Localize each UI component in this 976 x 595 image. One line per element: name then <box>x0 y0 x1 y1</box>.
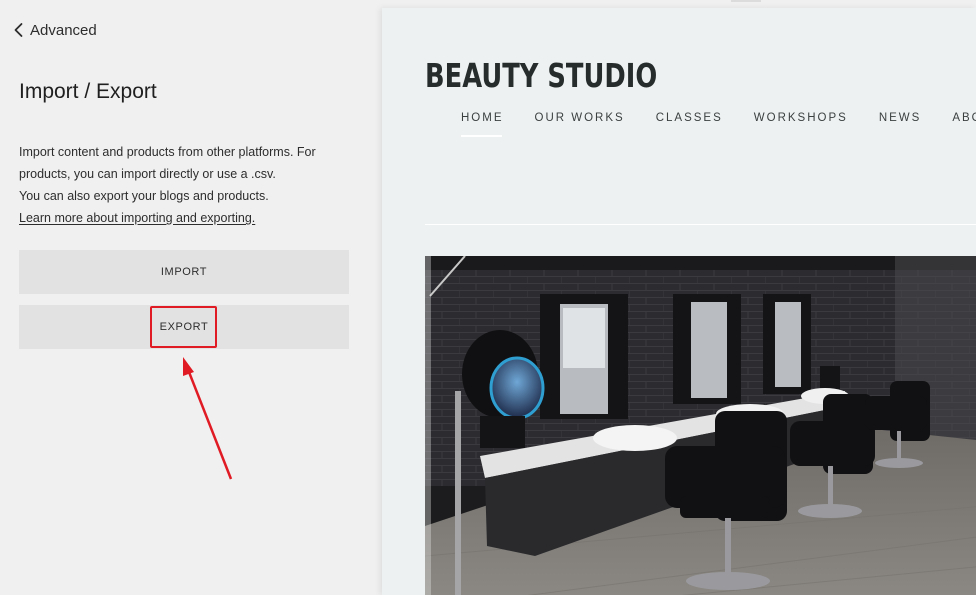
settings-panel: Advanced Import / Export Import content … <box>0 0 382 595</box>
salon-photo <box>425 256 976 595</box>
tab-indicator <box>731 0 761 2</box>
header-divider <box>425 224 976 225</box>
site-nav: HOME OUR WORKS CLASSES WORKSHOPS NEWS AB… <box>461 112 976 137</box>
description-line-1: Import content and products from other p… <box>19 145 316 181</box>
nav-workshops[interactable]: WORKSHOPS <box>754 112 848 124</box>
site-preview: BEAUTY STUDIO HOME OUR WORKS CLASSES WOR… <box>382 8 976 595</box>
page-title: Import / Export <box>19 80 157 103</box>
export-highlight-box <box>150 306 217 348</box>
salon-illustration <box>425 256 976 595</box>
nav-home[interactable]: HOME <box>461 112 504 137</box>
site-title[interactable]: BEAUTY STUDIO <box>425 56 657 95</box>
chevron-left-icon <box>14 23 23 37</box>
learn-more-link[interactable]: Learn more about importing and exporting… <box>19 211 255 225</box>
import-button[interactable]: IMPORT <box>19 250 349 294</box>
nav-classes[interactable]: CLASSES <box>656 112 723 124</box>
nav-news[interactable]: NEWS <box>879 112 922 124</box>
back-label: Advanced <box>30 21 97 39</box>
nav-our-works[interactable]: OUR WORKS <box>535 112 625 124</box>
description: Import content and products from other p… <box>19 141 349 229</box>
nav-about[interactable]: ABOUT <box>952 112 976 124</box>
description-line-2: You can also export your blogs and produ… <box>19 189 269 203</box>
back-button[interactable]: Advanced <box>12 19 97 41</box>
